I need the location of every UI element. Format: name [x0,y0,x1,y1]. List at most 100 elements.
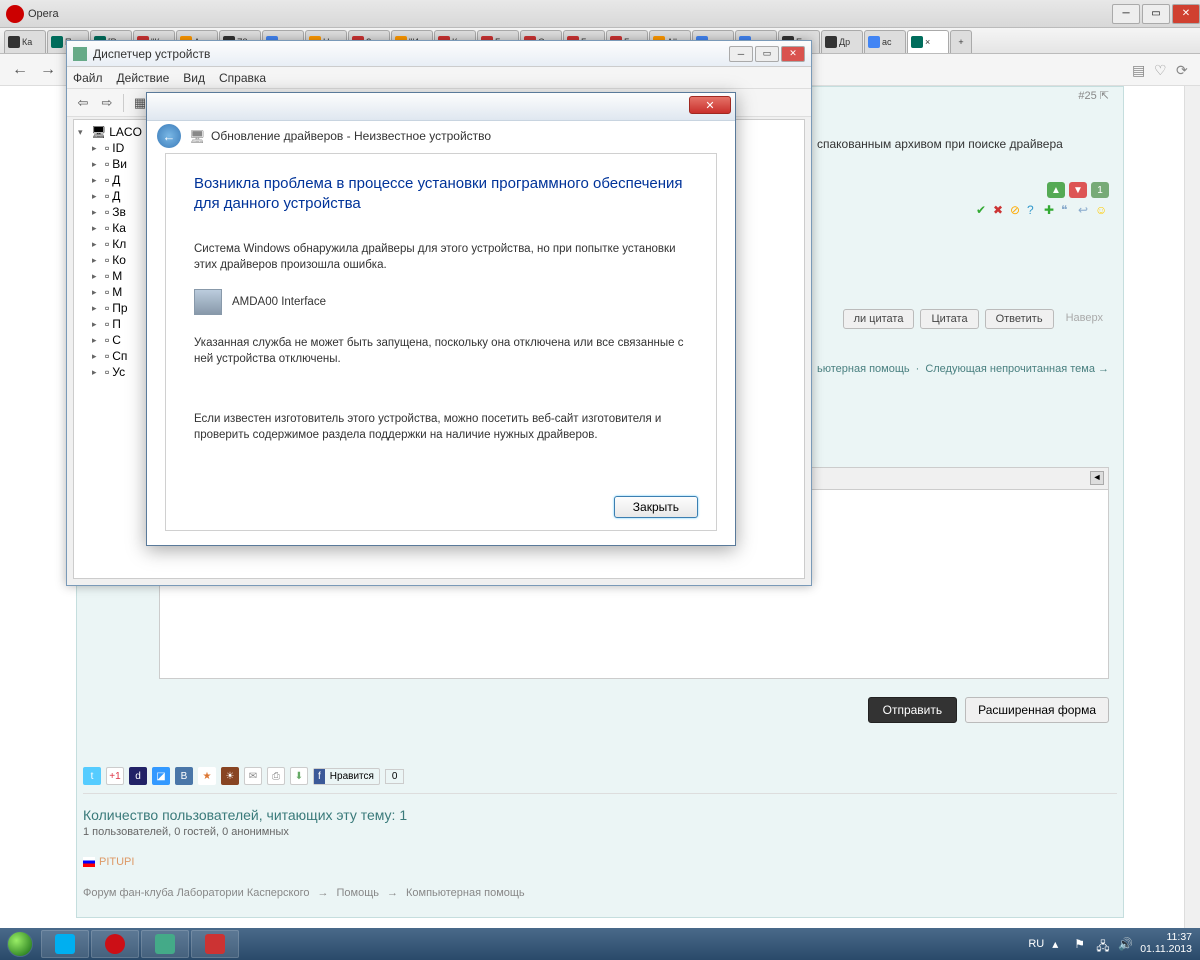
warn-icon[interactable]: ⊘ [1010,203,1024,217]
devmgr-menu-item[interactable]: Справка [219,71,266,85]
breadcrumb-link[interactable]: Компьютерная помощь [406,887,525,899]
print-icon[interactable]: ⎙ [267,767,285,785]
forward-button[interactable]: → [36,58,60,82]
taskbar-clock[interactable]: 11:37 01.11.2013 [1140,932,1192,955]
post-action-icons: ✔ ✖ ⊘ ? ✚ ❝ ↩ ☺ [976,203,1109,217]
delicious-icon[interactable]: ◪ [152,767,170,785]
favicon-icon [51,36,63,48]
start-orb-icon [7,931,33,957]
devmgr-menu-item[interactable]: Файл [73,71,103,85]
lang-indicator[interactable]: RU [1028,938,1044,950]
download-icon[interactable]: ⬇ [290,767,308,785]
rss-icon[interactable]: ☀ [221,767,239,785]
reload-icon[interactable]: ⟳ [1176,62,1192,78]
tray-flag-icon[interactable]: ⚑ [1074,937,1088,951]
taskbar-app-devmgr[interactable] [141,930,189,958]
vk-icon[interactable]: B [175,767,193,785]
favicon-icon [8,36,20,48]
info-icon[interactable]: ? [1027,203,1041,217]
taskbar-app-opera[interactable] [91,930,139,958]
crumb-section[interactable]: ьютерная помощь [817,363,910,375]
device-name: AMDA00 Interface [232,296,326,308]
new-tab-button[interactable]: + [950,30,972,53]
dialog-close-button[interactable]: ✕ [689,96,731,114]
advanced-form-button[interactable]: Расширенная форма [965,697,1109,723]
dialog-body: Возникла проблема в процессе установки п… [165,153,717,531]
devmgr-menu-item[interactable]: Действие [117,71,170,85]
browser-tab[interactable]: Др [821,30,863,53]
fb-like-count: 0 [385,769,405,784]
quote-button[interactable]: Цитата [920,309,978,329]
post-text-fragment: спакованным архивом при поиске драйвера [817,137,1063,151]
dialog-header: ← 🖥 Обновление драйверов - Неизвестное у… [147,121,735,151]
reply-button[interactable]: Ответить [985,309,1054,329]
next-unread-link[interactable]: Следующая непрочитанная тема → [925,363,1109,375]
tool-forward-icon[interactable]: ⇨ [97,93,117,113]
reject-icon[interactable]: ✖ [993,203,1007,217]
taskbar-app-toolbox[interactable] [191,930,239,958]
category-icon: ▫ [105,189,109,203]
devmgr-minimize-button[interactable]: ─ [729,46,753,62]
breadcrumb-link[interactable]: Форум фан-клуба Лаборатории Касперского [83,887,309,899]
breadcrumb-link[interactable]: Помощь [336,887,379,899]
smile-icon[interactable]: ☺ [1095,203,1109,217]
heart-icon[interactable]: ♡ [1154,62,1170,78]
category-icon: ▫ [105,349,109,363]
start-button[interactable] [0,928,40,960]
tool-back-icon[interactable]: ⇦ [73,93,93,113]
bookmarks-icon[interactable]: ▤ [1132,62,1148,78]
dialog-p3: Если известен изготовитель этого устройс… [194,411,688,443]
browser-tab[interactable]: Ка [4,30,46,53]
system-tray: RU ▴ ⚑ 🖧 🔊 11:37 01.11.2013 [1028,932,1200,955]
devmgr-title: Диспетчер устройств [93,47,210,61]
vertical-scrollbar[interactable] [1184,86,1200,928]
editor-toggle-button[interactable]: ◄ [1090,471,1104,485]
taskbar: RU ▴ ⚑ 🖧 🔊 11:37 01.11.2013 [0,928,1200,960]
tab-label: Ка [22,37,32,47]
accept-icon[interactable]: ✔ [976,203,990,217]
devmgr-close-button[interactable]: ✕ [781,46,805,62]
back-button[interactable]: ← [8,58,32,82]
minimize-button[interactable]: ─ [1112,4,1140,24]
fb-like-button[interactable]: f Нравится [313,768,380,785]
reader-user[interactable]: PITUPI [83,856,407,868]
category-icon: ▫ [105,253,109,267]
tray-chevron-icon[interactable]: ▴ [1052,937,1066,951]
window-controls: ─ ▭ ✕ [1110,4,1200,24]
vote-up-button[interactable]: ▲ [1047,182,1065,198]
link-icon[interactable]: ↩ [1078,203,1092,217]
taskbar-app-skype[interactable] [41,930,89,958]
twitter-icon[interactable]: t [83,767,101,785]
digg-icon[interactable]: d [129,767,147,785]
maximize-button[interactable]: ▭ [1142,4,1170,24]
tray-network-icon[interactable]: 🖧 [1096,937,1110,951]
email-icon[interactable]: ✉ [244,767,262,785]
dialog-close-action-button[interactable]: Закрыть [614,496,698,518]
devmgr-icon [73,47,87,61]
top-link[interactable]: Наверх [1060,309,1109,329]
browser-tab[interactable]: × [907,30,949,53]
multiquote-button[interactable]: ли цитата [843,309,915,329]
favorite-icon[interactable]: ★ [198,767,216,785]
browser-tab[interactable]: ас [864,30,906,53]
gplus-icon[interactable]: +1 [106,767,124,785]
share-post-icon[interactable]: ⇱ [1100,90,1109,102]
post-number[interactable]: #25 ⇱ [1078,89,1109,102]
bottom-breadcrumb: Форум фан-клуба Лаборатории Касперского→… [83,887,525,899]
category-icon: ▫ [105,157,109,171]
devmgr-titlebar[interactable]: Диспетчер устройств ─ ▭ ✕ [67,41,811,67]
close-button[interactable]: ✕ [1172,4,1200,24]
dialog-back-button[interactable]: ← [157,124,181,148]
favicon-icon [868,36,880,48]
dialog-p2: Указанная служба не может быть запущена,… [194,335,688,367]
device-small-icon: 🖥 [189,129,203,143]
devmgr-maximize-button[interactable]: ▭ [755,46,779,62]
dialog-titlebar[interactable]: ✕ [147,93,735,121]
vote-down-button[interactable]: ▼ [1069,182,1087,198]
quote-icon[interactable]: ❝ [1061,203,1075,217]
favicon-icon [911,36,923,48]
tray-volume-icon[interactable]: 🔊 [1118,937,1132,951]
devmgr-menu-item[interactable]: Вид [183,71,205,85]
add-icon[interactable]: ✚ [1044,203,1058,217]
send-button[interactable]: Отправить [868,697,958,723]
